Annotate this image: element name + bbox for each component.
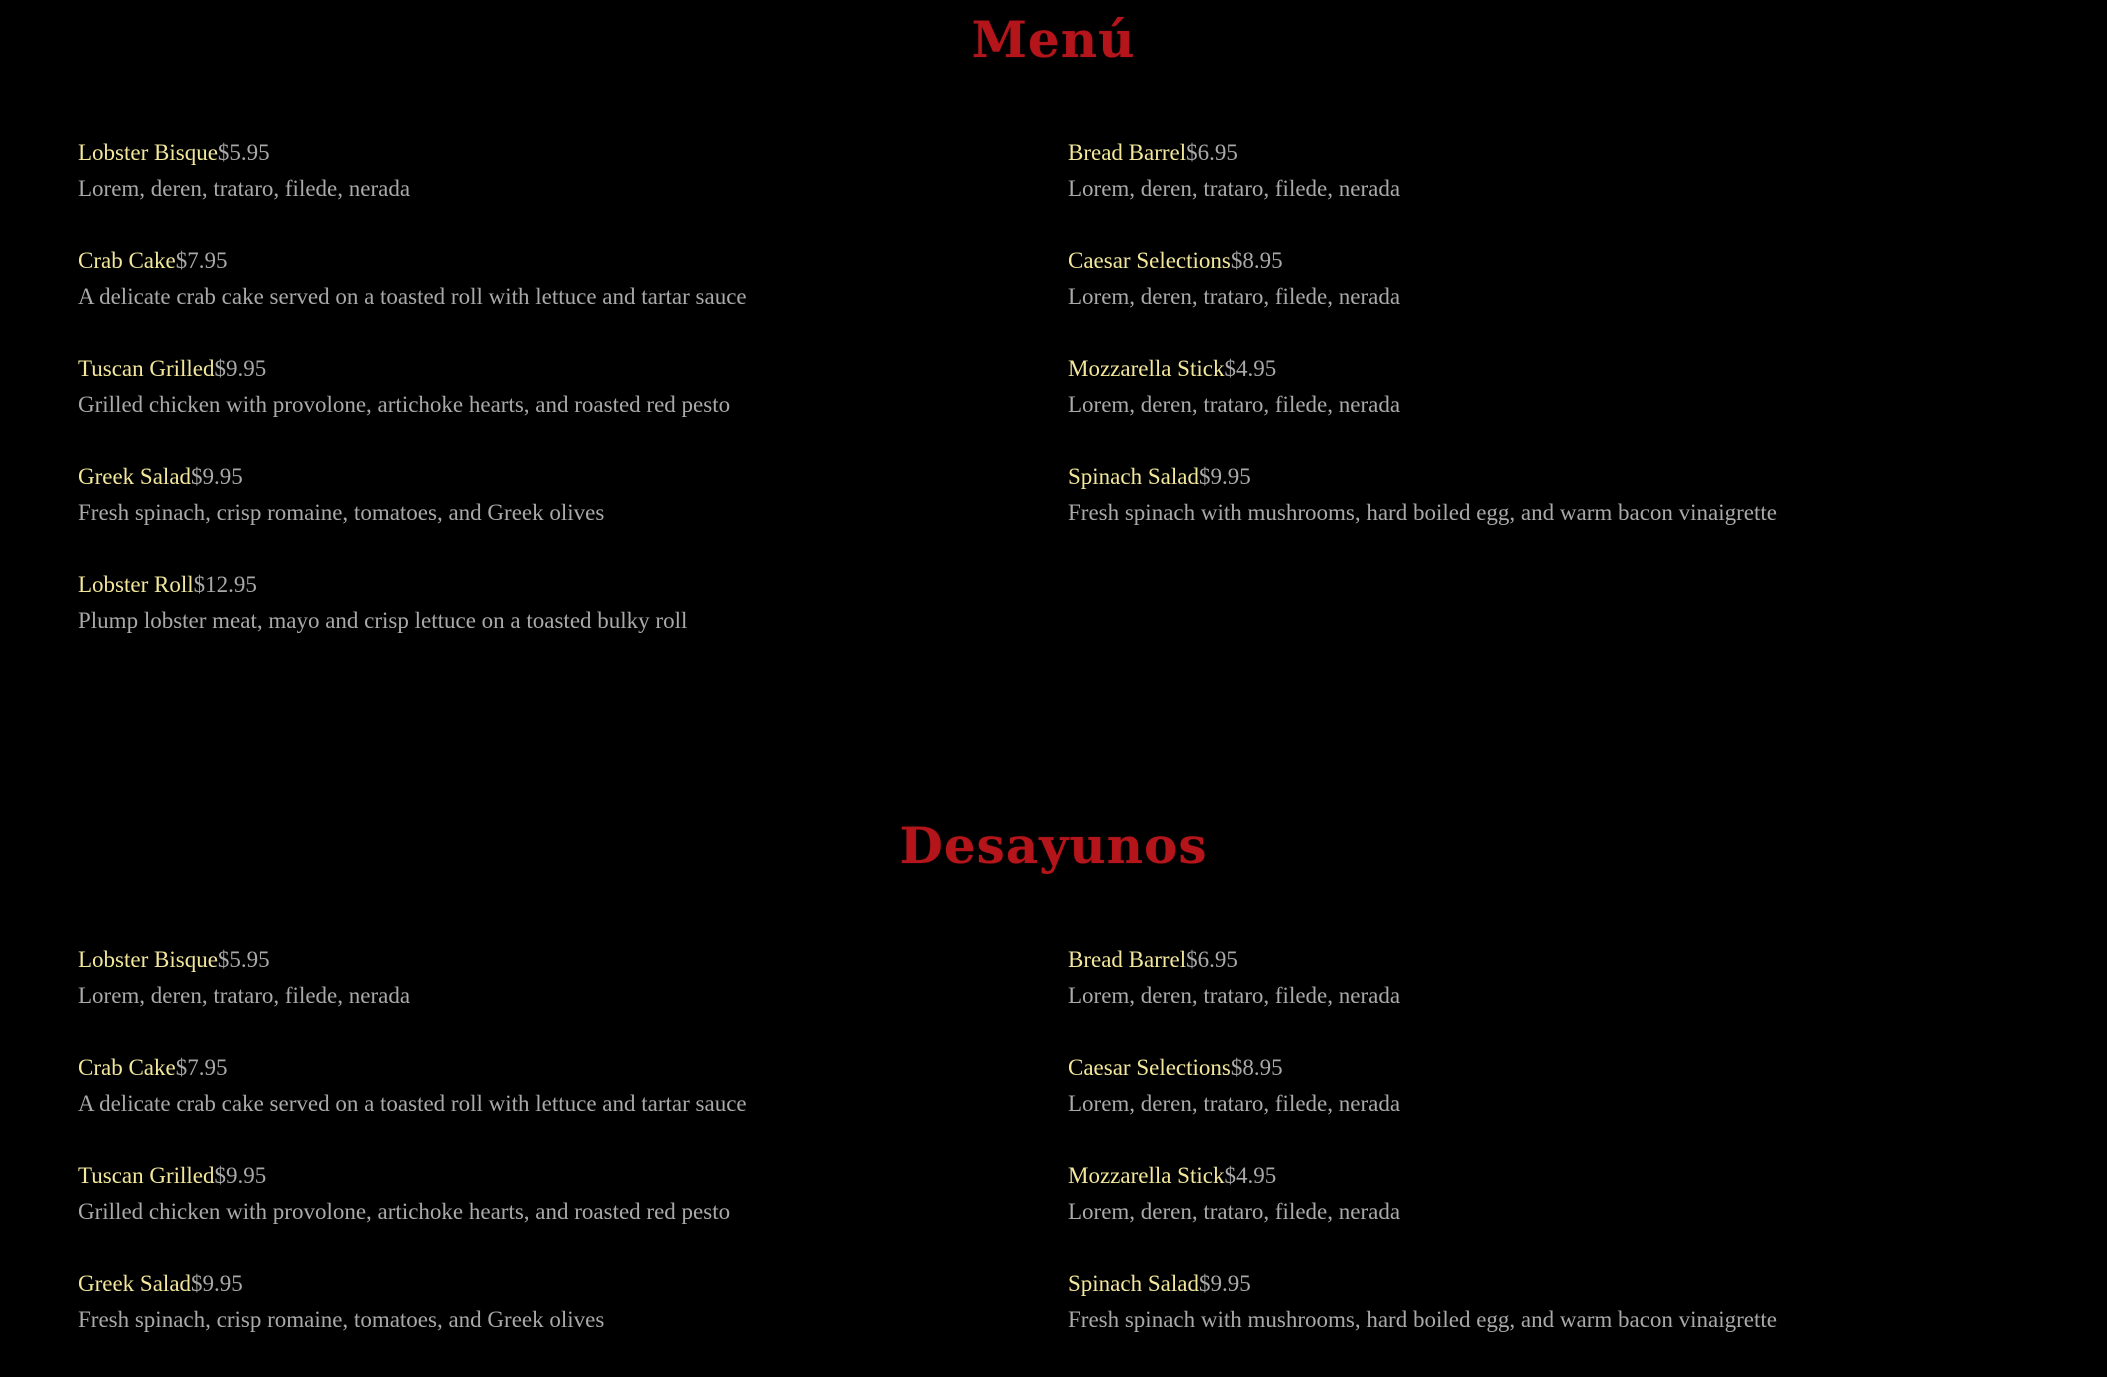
section-title-menu: Menú <box>971 10 1136 69</box>
item-description: Plump lobster meat, mayo and crisp lettu… <box>78 608 688 633</box>
item-price: $8.95 <box>1230 248 1283 273</box>
item-price: $9.95 <box>191 1271 243 1296</box>
menu-column-left: Lobster Bisque$5.95 Lorem, deren, tratar… <box>78 945 1038 1377</box>
menu-item: Spinach Salad$9.95 Fresh spinach with mu… <box>1068 1269 2028 1377</box>
item-price: $5.95 <box>217 140 270 165</box>
item-price: $7.95 <box>175 1055 228 1080</box>
item-name: Lobster Bisque <box>78 947 218 972</box>
item-description: Fresh spinach, crisp romaine, tomatoes, … <box>78 1307 605 1332</box>
item-name: Lobster Bisque <box>78 140 218 165</box>
item-price: $8.95 <box>1230 1055 1283 1080</box>
menu-item: Crab Cake$7.95 A delicate crab cake serv… <box>78 1053 1038 1161</box>
item-name: Lobster Roll <box>78 572 194 597</box>
item-description: Lorem, deren, trataro, filede, nerada <box>1068 176 1401 201</box>
item-description: A delicate crab cake served on a toasted… <box>78 284 747 309</box>
item-price: $9.95 <box>214 356 267 381</box>
item-price: $6.95 <box>1186 140 1238 165</box>
item-name: Crab Cake <box>78 248 176 273</box>
item-description: Grilled chicken with provolone, artichok… <box>78 392 731 417</box>
item-description: Lorem, deren, trataro, filede, nerada <box>1068 983 1401 1008</box>
item-description: Fresh spinach with mushrooms, hard boile… <box>1068 1307 1778 1332</box>
item-description: Lorem, deren, trataro, filede, nerada <box>78 176 411 201</box>
menu-item: Bread Barrel$6.95 Lorem, deren, trataro,… <box>1068 945 2028 1053</box>
menu-item: Caesar Selections$8.95 Lorem, deren, tra… <box>1068 246 2028 354</box>
menu-item: Mozzarella Stick$4.95 Lorem, deren, trat… <box>1068 354 2028 462</box>
menu-item: Tuscan Grilled$9.95 Grilled chicken with… <box>78 1161 1038 1269</box>
menu-item: Lobster Roll$12.95 Plump lobster meat, m… <box>78 570 1038 678</box>
item-price: $12.95 <box>193 572 257 597</box>
item-name: Greek Salad <box>78 464 192 489</box>
item-name: Greek Salad <box>78 1271 192 1296</box>
item-price: $9.95 <box>1198 464 1251 489</box>
item-price: $9.95 <box>1198 1271 1251 1296</box>
menu-column-left: Lobster Bisque$5.95 Lorem, deren, tratar… <box>78 138 1038 678</box>
menu-column-right: Bread Barrel$6.95 Lorem, deren, trataro,… <box>1068 945 2028 1377</box>
item-description: Lorem, deren, trataro, filede, nerada <box>1068 392 1401 417</box>
item-name: Caesar Selections <box>1068 248 1231 273</box>
item-price: $9.95 <box>191 464 243 489</box>
item-description: Fresh spinach with mushrooms, hard boile… <box>1068 500 1778 525</box>
section-title-desayunos: Desayunos <box>899 816 1208 875</box>
menu-item: Tuscan Grilled$9.95 Grilled chicken with… <box>78 354 1038 462</box>
item-price: $7.95 <box>175 248 228 273</box>
menu-item: Greek Salad$9.95 Fresh spinach, crisp ro… <box>78 1269 1038 1377</box>
item-description: Fresh spinach, crisp romaine, tomatoes, … <box>78 500 605 525</box>
item-price: $5.95 <box>217 947 270 972</box>
menu-item: Mozzarella Stick$4.95 Lorem, deren, trat… <box>1068 1161 2028 1269</box>
item-name: Mozzarella Stick <box>1068 1163 1225 1188</box>
item-name: Bread Barrel <box>1068 140 1187 165</box>
item-description: Lorem, deren, trataro, filede, nerada <box>1068 1091 1401 1116</box>
menu-column-right: Bread Barrel$6.95 Lorem, deren, trataro,… <box>1068 138 2028 570</box>
item-name: Crab Cake <box>78 1055 176 1080</box>
item-price: $4.95 <box>1224 1163 1277 1188</box>
item-name: Mozzarella Stick <box>1068 356 1225 381</box>
item-name: Caesar Selections <box>1068 1055 1231 1080</box>
item-description: A delicate crab cake served on a toasted… <box>78 1091 747 1116</box>
menu-item: Greek Salad$9.95 Fresh spinach, crisp ro… <box>78 462 1038 570</box>
item-description: Lorem, deren, trataro, filede, nerada <box>1068 1199 1401 1224</box>
menu-item: Crab Cake$7.95 A delicate crab cake serv… <box>78 246 1038 354</box>
menu-item: Spinach Salad$9.95 Fresh spinach with mu… <box>1068 462 2028 570</box>
menu-item: Lobster Bisque$5.95 Lorem, deren, tratar… <box>78 945 1038 1053</box>
menu-item: Caesar Selections$8.95 Lorem, deren, tra… <box>1068 1053 2028 1161</box>
menu-item: Bread Barrel$6.95 Lorem, deren, trataro,… <box>1068 138 2028 246</box>
item-name: Bread Barrel <box>1068 947 1187 972</box>
item-price: $6.95 <box>1186 947 1238 972</box>
item-name: Tuscan Grilled <box>78 1163 215 1188</box>
item-price: $9.95 <box>214 1163 267 1188</box>
item-description: Lorem, deren, trataro, filede, nerada <box>1068 284 1401 309</box>
menu-item: Lobster Bisque$5.95 Lorem, deren, tratar… <box>78 138 1038 246</box>
item-description: Lorem, deren, trataro, filede, nerada <box>78 983 411 1008</box>
item-price: $4.95 <box>1224 356 1277 381</box>
item-description: Grilled chicken with provolone, artichok… <box>78 1199 731 1224</box>
item-name: Spinach Salad <box>1068 464 1199 489</box>
item-name: Spinach Salad <box>1068 1271 1199 1296</box>
item-name: Tuscan Grilled <box>78 356 215 381</box>
